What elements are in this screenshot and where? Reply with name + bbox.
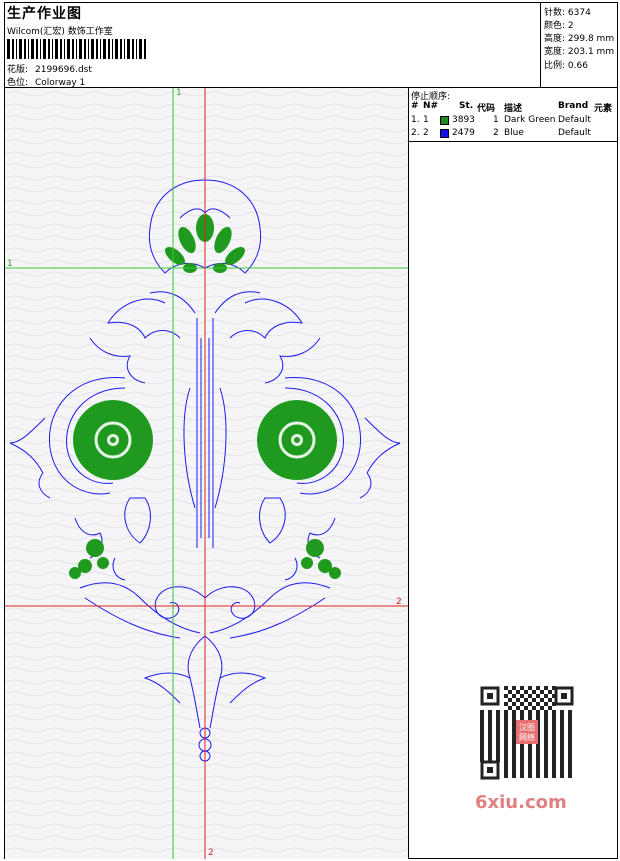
stat-scale-value: 0.66 (567, 61, 588, 71)
left-leaf-cluster (86, 539, 104, 557)
stop-stitches: 2479 (452, 128, 475, 138)
col-index: # (411, 101, 419, 111)
qr-code: 汉图 网络 (470, 682, 582, 782)
stat-scale: 比例: 0.66 (544, 58, 588, 71)
stat-stitches: 针数: 6374 (544, 5, 591, 18)
stop-sequence-divider (409, 141, 617, 142)
stop-row: 1. 1 3893 1 Dark Green Default (409, 115, 617, 127)
panel-divider (408, 88, 409, 859)
design-name-row: 花版: 2199696.dst (7, 62, 92, 75)
stop-code: 1 (493, 115, 499, 125)
stat-stitches-value: 6374 (567, 8, 591, 18)
header-left: 生产作业图 Wilcom(汇宏) 数饰工作室 花版: 2199696.dst 色位… (5, 3, 540, 88)
design-value: 2199696.dst (35, 65, 92, 75)
stop-num: 2. (411, 128, 420, 138)
stat-height-label: 高度: (544, 34, 566, 44)
col-brand: Brand (558, 101, 589, 111)
color-swatch (440, 129, 449, 138)
stat-colors: 颜色: 2 (544, 18, 574, 31)
stop-n: 2 (423, 128, 429, 138)
stat-colors-label: 颜色: (544, 21, 566, 31)
company-name: Wilcom(汇宏) 数饰工作室 (7, 27, 113, 37)
stat-colors-value: 2 (567, 21, 574, 31)
right-leaf-cluster (306, 539, 324, 557)
stamp-text-line2: 网络 (519, 732, 535, 742)
col-element: 元素 (594, 104, 613, 114)
col-desc: 描述 (504, 104, 523, 114)
red-v-axis-label: 2 (208, 848, 214, 858)
stat-width-value: 203.1 mm (567, 47, 615, 57)
stat-width-label: 宽度: (544, 47, 566, 57)
stop-row: 2. 2 2479 2 Blue Default (409, 128, 617, 140)
stop-code: 2 (493, 128, 499, 138)
embroidery-preview (5, 88, 408, 859)
stat-stitches-label: 针数: (544, 8, 566, 18)
stop-brand: Default (558, 128, 591, 138)
stop-brand: Default (558, 115, 591, 125)
design-canvas: 1 1 2 2 (5, 88, 408, 859)
col-stitches: St. (459, 101, 474, 111)
design-label: 花版: (7, 65, 29, 75)
stat-height: 高度: 299.8 mm (544, 31, 614, 44)
green-v-axis-label: 1 (176, 88, 182, 98)
col-code: 代码 (477, 104, 496, 114)
stop-desc: Dark Green (504, 115, 556, 125)
watermark-logo: 6xiu.com (475, 792, 567, 813)
stop-desc: Blue (504, 128, 524, 138)
stats-panel: 针数: 6374 颜色: 2 高度: 299.8 mm 宽度: 203.1 mm… (540, 3, 618, 87)
page-title: 生产作业图 (7, 6, 82, 22)
stamp-text-line1: 汉图 (519, 723, 535, 732)
stop-num: 1. (411, 115, 420, 125)
green-h-axis-label: 1 (7, 259, 13, 269)
stop-stitches: 3893 (452, 115, 475, 125)
stat-scale-label: 比例: (544, 61, 566, 71)
stat-height-value: 299.8 mm (567, 34, 615, 44)
barcode (7, 39, 146, 59)
red-h-axis-label: 2 (396, 597, 402, 607)
stat-width: 宽度: 203.1 mm (544, 44, 614, 57)
stop-sequence-panel: 停止顺序: # N# St. 代码 描述 Brand 元素 1. 1 3893 … (409, 88, 617, 142)
col-n: N# (423, 101, 439, 111)
stop-n: 1 (423, 115, 429, 125)
background-texture (5, 88, 408, 859)
stop-sequence-header: # N# St. 代码 描述 Brand 元素 (409, 101, 617, 114)
color-swatch (440, 116, 449, 125)
